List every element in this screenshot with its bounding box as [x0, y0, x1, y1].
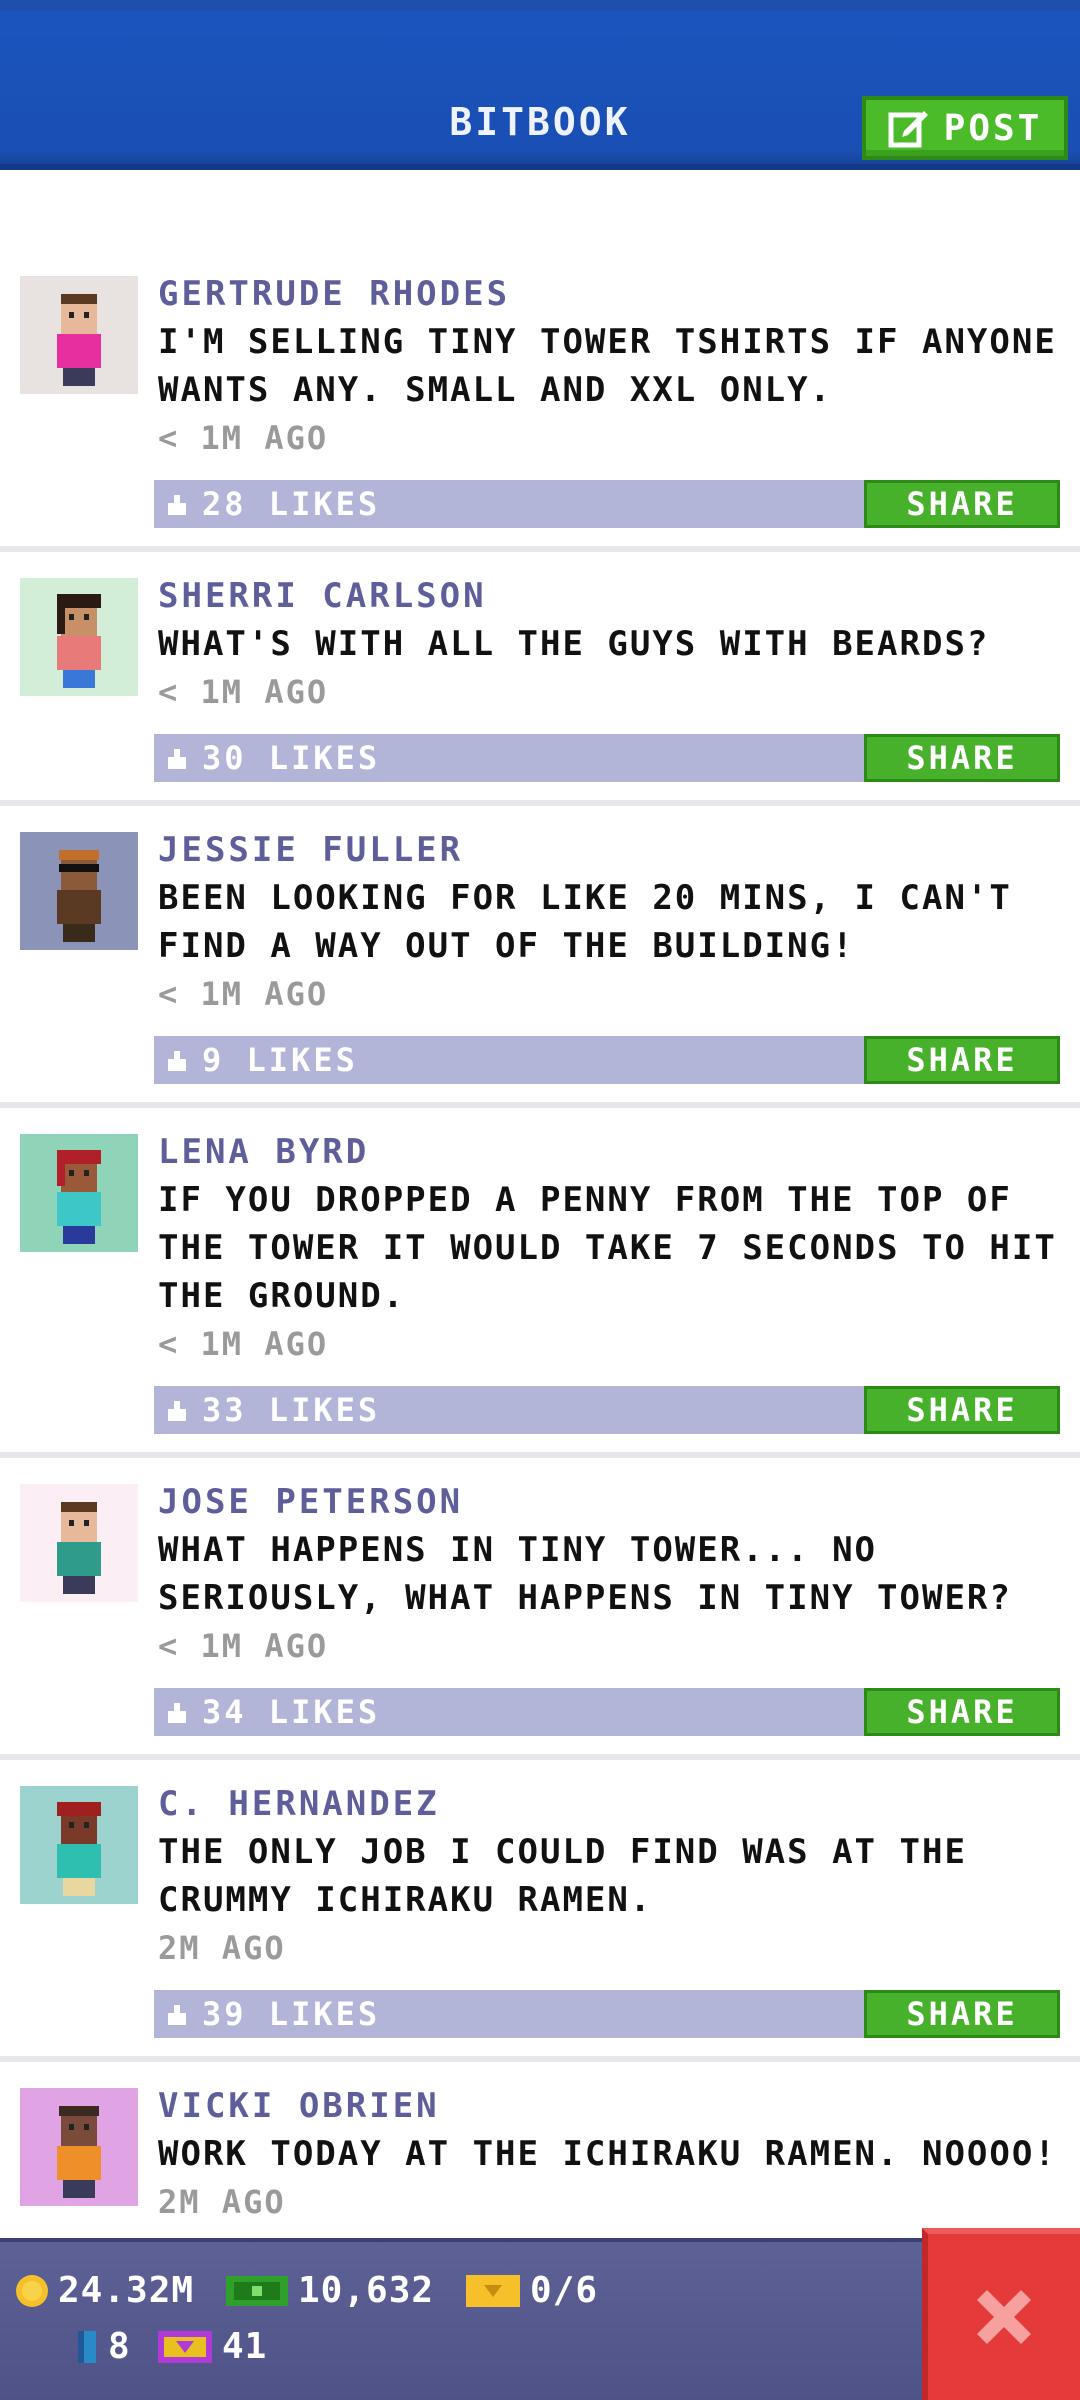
- post-message: I'M SELLING TINY TOWER TSHIRTS IF ANYONE…: [158, 322, 1057, 410]
- post-time: < 1M AGO: [158, 1325, 329, 1363]
- post-button[interactable]: POST: [862, 96, 1068, 160]
- thumbs-up-icon: [168, 749, 186, 769]
- bitbook-feed[interactable]: GERTRUDE RHODES I'M SELLING TINY TOWER T…: [0, 250, 1080, 2250]
- share-button[interactable]: SHARE: [864, 1036, 1060, 1084]
- thumbs-up-icon: [168, 495, 186, 515]
- feed-post: C. HERNANDEZ THE ONLY JOB I COULD FIND W…: [0, 1760, 1080, 2062]
- post-button-label: POST: [943, 107, 1043, 149]
- like-count: 39 LIKES: [202, 1995, 381, 2033]
- like-count: 34 LIKES: [202, 1693, 381, 1731]
- close-button[interactable]: [922, 2228, 1080, 2400]
- post-time: 2M AGO: [158, 1929, 286, 1967]
- bitizen-avatar-icon: [57, 850, 101, 942]
- share-button[interactable]: SHARE: [864, 734, 1060, 782]
- coins-value: 24.32M: [58, 2270, 195, 2311]
- avatar: [20, 1484, 138, 1602]
- like-button[interactable]: 28 LIKES: [154, 485, 380, 523]
- close-icon: [977, 2290, 1031, 2344]
- post-action-bar: 9 LIKES SHARE: [154, 1036, 1060, 1084]
- post-author[interactable]: GERTRUDE RHODES: [158, 270, 1066, 318]
- avatar: [20, 276, 138, 394]
- post-time: < 1M AGO: [158, 419, 329, 457]
- status-bar: 24.32M 10,632 0/6 8 41: [0, 2238, 1080, 2400]
- share-button[interactable]: SHARE: [864, 1386, 1060, 1434]
- bitizen-avatar-icon: [57, 1802, 101, 1896]
- floors-stat: 8: [74, 2326, 131, 2367]
- golden-ticket-icon: [466, 2274, 520, 2307]
- post-action-bar: 28 LIKES SHARE: [154, 480, 1060, 528]
- bitizen-avatar-icon: [57, 1502, 101, 1594]
- like-button[interactable]: 39 LIKES: [154, 1995, 380, 2033]
- bux-stat: 10,632: [224, 2270, 434, 2311]
- post-author[interactable]: LENA BYRD: [158, 1128, 1066, 1176]
- post-action-bar: 30 LIKES SHARE: [154, 734, 1060, 782]
- post-action-bar: 33 LIKES SHARE: [154, 1386, 1060, 1434]
- bux-icon: [226, 2275, 288, 2306]
- post-author[interactable]: JOSE PETERSON: [158, 1478, 1066, 1526]
- thumbs-up-icon: [168, 1051, 186, 1071]
- post-author[interactable]: JESSIE FULLER: [158, 826, 1066, 874]
- like-button[interactable]: 30 LIKES: [154, 739, 380, 777]
- post-action-bar: 39 LIKES SHARE: [154, 1990, 1060, 2038]
- tickets-stat: 0/6: [464, 2270, 598, 2311]
- thumbs-up-icon: [168, 2005, 186, 2025]
- app-header: BITBOOK POST: [0, 0, 1080, 170]
- vip-value: 41: [222, 2326, 268, 2367]
- avatar: [20, 2088, 138, 2206]
- post-message: WHAT HAPPENS IN TINY TOWER... NO SERIOUS…: [158, 1530, 1012, 1618]
- avatar: [20, 832, 138, 950]
- post-author[interactable]: SHERRI CARLSON: [158, 572, 1066, 620]
- post-time: 2M AGO: [158, 2183, 286, 2221]
- like-count: 30 LIKES: [202, 739, 381, 777]
- feed-post: JOSE PETERSON WHAT HAPPENS IN TINY TOWER…: [0, 1458, 1080, 1760]
- post-message: IF YOU DROPPED A PENNY FROM THE TOP OF T…: [158, 1180, 1057, 1316]
- post-author[interactable]: C. HERNANDEZ: [158, 1780, 1066, 1828]
- avatar: [20, 1786, 138, 1904]
- like-button[interactable]: 33 LIKES: [154, 1391, 380, 1429]
- post-message: BEEN LOOKING FOR LIKE 20 MINS, I CAN'T F…: [158, 878, 1012, 966]
- thumbs-up-icon: [168, 1703, 186, 1723]
- edit-icon: [888, 111, 928, 148]
- feed-post: SHERRI CARLSON WHAT'S WITH ALL THE GUYS …: [0, 552, 1080, 806]
- like-count: 9 LIKES: [202, 1041, 358, 1079]
- post-time: < 1M AGO: [158, 673, 329, 711]
- thumbs-up-icon: [168, 1401, 186, 1421]
- post-message: THE ONLY JOB I COULD FIND WAS AT THE CRU…: [158, 1832, 967, 1920]
- feed-post: LENA BYRD IF YOU DROPPED A PENNY FROM TH…: [0, 1108, 1080, 1458]
- post-action-bar: 34 LIKES SHARE: [154, 1688, 1060, 1736]
- bitizen-avatar-icon: [57, 294, 101, 386]
- coins-stat: 24.32M: [14, 2270, 194, 2311]
- vip-stat: 41: [156, 2326, 267, 2367]
- feed-post: VICKI OBRIEN WORK TODAY AT THE ICHIRAKU …: [0, 2062, 1080, 2250]
- post-message: WHAT'S WITH ALL THE GUYS WITH BEARDS?: [158, 624, 990, 664]
- bitizen-avatar-icon: [57, 1150, 101, 1244]
- like-button[interactable]: 34 LIKES: [154, 1693, 380, 1731]
- feed-post: JESSIE FULLER BEEN LOOKING FOR LIKE 20 M…: [0, 806, 1080, 1108]
- tickets-value: 0/6: [530, 2270, 599, 2311]
- avatar: [20, 578, 138, 696]
- floor-icon: [78, 2330, 96, 2363]
- post-time: < 1M AGO: [158, 1627, 329, 1665]
- post-author[interactable]: VICKI OBRIEN: [158, 2082, 1066, 2130]
- vip-icon: [158, 2330, 212, 2363]
- avatar: [20, 1134, 138, 1252]
- feed-post: GERTRUDE RHODES I'M SELLING TINY TOWER T…: [0, 250, 1080, 552]
- like-button[interactable]: 9 LIKES: [154, 1041, 358, 1079]
- bitizen-avatar-icon: [57, 594, 101, 688]
- like-count: 28 LIKES: [202, 485, 381, 523]
- coin-icon: [16, 2274, 48, 2307]
- post-message: WORK TODAY AT THE ICHIRAKU RAMEN. NOOOO!: [158, 2134, 1057, 2174]
- share-button[interactable]: SHARE: [864, 480, 1060, 528]
- like-count: 33 LIKES: [202, 1391, 381, 1429]
- post-time: < 1M AGO: [158, 975, 329, 1013]
- share-button[interactable]: SHARE: [864, 1688, 1060, 1736]
- share-button[interactable]: SHARE: [864, 1990, 1060, 2038]
- bitizen-avatar-icon: [57, 2106, 101, 2198]
- bux-value: 10,632: [298, 2270, 435, 2311]
- floors-value: 8: [108, 2326, 131, 2367]
